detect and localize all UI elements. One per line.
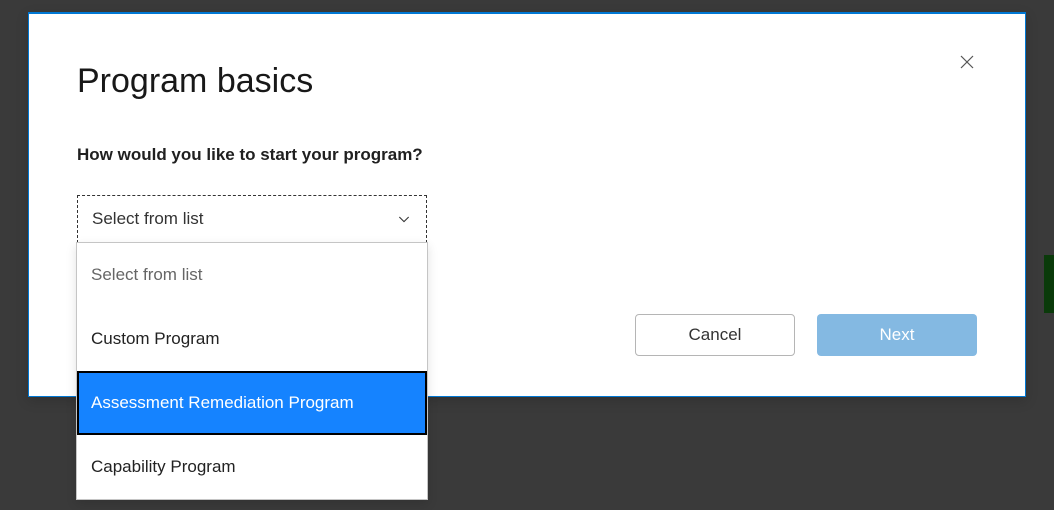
chevron-down-icon (396, 211, 412, 227)
close-button[interactable] (955, 50, 979, 74)
dropdown-selected-value: Select from list (92, 209, 203, 229)
background-accent-strip (1044, 255, 1054, 313)
program-basics-modal: Program basics How would you like to sta… (28, 12, 1026, 397)
modal-title: Program basics (77, 62, 977, 101)
close-icon (958, 53, 976, 71)
dropdown-option-custom-program[interactable]: Custom Program (77, 307, 427, 371)
dropdown-option-placeholder[interactable]: Select from list (77, 243, 427, 307)
dropdown-option-capability-program[interactable]: Capability Program (77, 435, 427, 499)
dropdown-option-label: Custom Program (91, 329, 219, 349)
dropdown-option-label: Select from list (91, 265, 202, 285)
next-button[interactable]: Next (817, 314, 977, 356)
cancel-button[interactable]: Cancel (635, 314, 795, 356)
dropdown-option-label: Capability Program (91, 457, 236, 477)
dropdown-list: Select from list Custom Program Assessme… (76, 242, 428, 500)
dropdown-option-label: Assessment Remediation Program (91, 393, 354, 413)
program-start-dropdown: Select from list Select from list Custom… (77, 195, 427, 243)
question-label: How would you like to start your program… (77, 145, 977, 165)
dropdown-option-assessment-remediation[interactable]: Assessment Remediation Program (77, 371, 427, 435)
dropdown-trigger[interactable]: Select from list (77, 195, 427, 243)
modal-footer-buttons: Cancel Next (635, 314, 977, 356)
